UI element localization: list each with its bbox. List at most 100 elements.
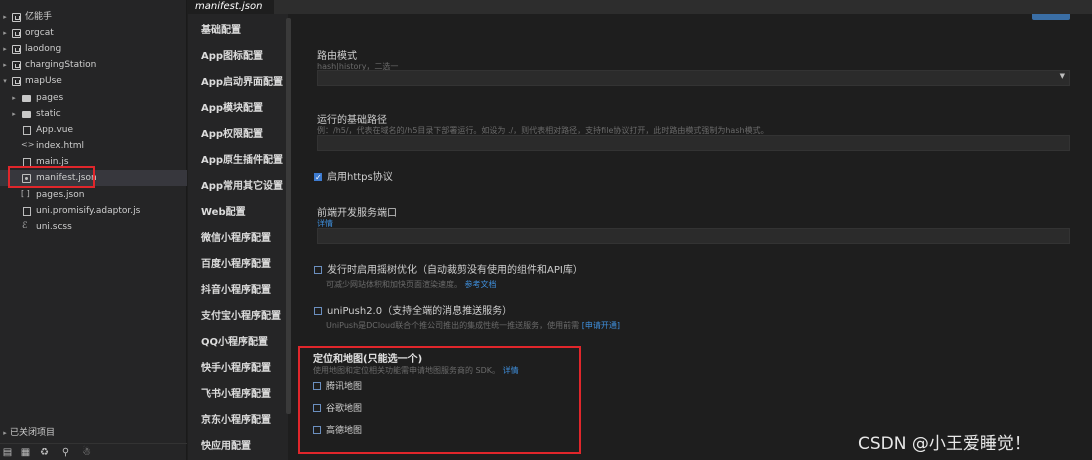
tree-folder-static[interactable]: ▸ static bbox=[0, 106, 187, 122]
nav-item-app-permissions[interactable]: App权限配置 bbox=[201, 127, 263, 143]
map-option-amap[interactable]: 高德地图 bbox=[313, 424, 362, 438]
folder-icon bbox=[22, 111, 31, 118]
project-label: laodong bbox=[25, 44, 62, 54]
chevron-right-icon[interactable]: ▸ bbox=[1, 41, 9, 57]
file-label: static bbox=[36, 109, 61, 119]
map-checkbox[interactable] bbox=[313, 426, 321, 434]
tree-file[interactable]: uni.scss bbox=[0, 218, 187, 235]
project-item-mapuse[interactable]: ▾ mapUse bbox=[0, 73, 187, 89]
project-icon bbox=[12, 29, 21, 38]
project-item[interactable]: ▸ laodong bbox=[0, 41, 187, 57]
project-label: 亿能手 bbox=[25, 12, 53, 22]
closed-projects-label: 已关闭项目 bbox=[10, 428, 56, 438]
file-icon bbox=[23, 126, 31, 135]
unipush-checkbox-row[interactable]: uniPush2.0（支持全端的消息推送服务） bbox=[314, 305, 512, 319]
nav-item-douyin[interactable]: 抖音小程序配置 bbox=[201, 283, 271, 299]
project-icon bbox=[12, 13, 21, 22]
nav-item-quickapp[interactable]: 快应用配置 bbox=[201, 439, 251, 455]
tree-folder-pages[interactable]: ▸ pages bbox=[0, 90, 187, 106]
dev-port-input[interactable] bbox=[317, 228, 1070, 244]
nav-item-app-icon[interactable]: App图标配置 bbox=[201, 49, 263, 65]
chevron-right-icon[interactable]: ▸ bbox=[1, 57, 9, 73]
json-file-icon bbox=[21, 186, 31, 202]
unipush-checkbox[interactable] bbox=[314, 307, 322, 315]
project-item[interactable]: ▸ orgcat bbox=[0, 25, 187, 41]
base-path-input[interactable] bbox=[317, 135, 1070, 151]
file-label: index.html bbox=[36, 141, 84, 151]
dev-port-label: 前端开发服务端口 bbox=[317, 208, 397, 219]
map-option-label: 谷歌地图 bbox=[326, 404, 363, 414]
nav-item-basic[interactable]: 基础配置 bbox=[201, 23, 241, 39]
chevron-right-icon[interactable]: ▸ bbox=[1, 9, 9, 25]
unipush-apply-link[interactable]: [申请开通] bbox=[582, 321, 620, 330]
tree-shaking-hint: 可减少网站体积和加快页面渲染速度。 bbox=[326, 280, 462, 289]
watermark: CSDN @小王爱睡觉！ bbox=[858, 434, 1031, 454]
map-checkbox[interactable] bbox=[313, 404, 321, 412]
tree-file[interactable]: App.vue bbox=[0, 122, 187, 138]
nav-item-app-splash[interactable]: App启动界面配置 bbox=[201, 75, 283, 91]
tree-file[interactable]: uni.promisify.adaptor.js bbox=[0, 203, 187, 219]
tree-shaking-docs-link[interactable]: 参考文档 bbox=[465, 280, 497, 289]
highlight-box-file bbox=[8, 166, 95, 188]
router-mode-label: 路由模式 bbox=[317, 51, 357, 62]
chevron-right-icon[interactable]: ▸ bbox=[1, 25, 9, 41]
project-explorer: ▸ 亿能手 ▸ orgcat ▸ laodong ▸ chargingStati… bbox=[0, 0, 187, 460]
router-mode-select[interactable]: ▼ bbox=[317, 70, 1070, 86]
search-icon[interactable]: ⚲ bbox=[60, 447, 71, 458]
folder-open-icon[interactable]: ▤ bbox=[2, 447, 13, 458]
nav-item-qq[interactable]: QQ小程序配置 bbox=[201, 335, 268, 351]
nav-item-alipay[interactable]: 支付宝小程序配置 bbox=[201, 309, 281, 325]
nav-item-jd[interactable]: 京东小程序配置 bbox=[201, 413, 271, 429]
top-button[interactable] bbox=[1032, 14, 1070, 20]
file-label: uni.scss bbox=[36, 222, 72, 232]
tree-shaking-checkbox[interactable] bbox=[314, 266, 322, 274]
chevron-right-icon[interactable]: ▸ bbox=[1, 425, 9, 441]
file-icon bbox=[23, 207, 31, 216]
tree-file[interactable]: pages.json bbox=[0, 186, 187, 203]
chevron-down-icon[interactable]: ▾ bbox=[1, 73, 9, 89]
unipush-label: uniPush2.0（支持全端的消息推送服务） bbox=[327, 306, 513, 317]
project-item[interactable]: ▸ 亿能手 bbox=[0, 9, 187, 25]
style-file-icon bbox=[22, 218, 31, 234]
project-label: orgcat bbox=[25, 28, 54, 38]
web-config-panel: 路由模式 hash|history，二选一 ▼ 运行的基础路径 例：/h5/，代… bbox=[292, 14, 1092, 460]
map-checkbox[interactable] bbox=[313, 382, 321, 390]
tab-manifest[interactable]: manifest.json bbox=[188, 0, 274, 14]
maps-details-link[interactable]: 详情 bbox=[503, 366, 519, 375]
tree-shaking-label: 发行时启用摇树优化（自动裁剪没有使用的组件和API库） bbox=[327, 265, 583, 276]
nav-item-app-native-plugins[interactable]: App原生插件配置 bbox=[201, 153, 283, 169]
unipush-hint-row: UniPush是DCloud联合个推公司推出的集成性统一推送服务，使用前需 [申… bbox=[326, 320, 620, 331]
project-icon bbox=[12, 61, 21, 70]
nav-item-kuaishou[interactable]: 快手小程序配置 bbox=[201, 361, 271, 377]
trash-icon[interactable]: ♻ bbox=[39, 447, 50, 458]
tree-shaking-hint-row: 可减少网站体积和加快页面渲染速度。 参考文档 bbox=[326, 279, 497, 290]
map-option-label: 高德地图 bbox=[326, 426, 363, 436]
map-option-tencent[interactable]: 腾讯地图 bbox=[313, 380, 362, 394]
explorer-toolbar: ▤ ▦ ♻ ⚲ ☃ bbox=[0, 443, 187, 460]
nav-item-wechat[interactable]: 微信小程序配置 bbox=[201, 231, 271, 247]
project-item[interactable]: ▸ chargingStation bbox=[0, 57, 187, 73]
map-option-google[interactable]: 谷歌地图 bbox=[313, 402, 362, 416]
project-icon bbox=[12, 45, 21, 54]
chevron-right-icon[interactable]: ▸ bbox=[10, 90, 18, 106]
people-icon[interactable]: ☃ bbox=[81, 447, 92, 458]
closed-projects-toggle[interactable]: ▸ 已关闭项目 bbox=[0, 425, 187, 441]
project-icon bbox=[12, 77, 21, 86]
tree-shaking-checkbox-row[interactable]: 发行时启用摇树优化（自动裁剪没有使用的组件和API库） bbox=[314, 264, 583, 278]
file-label: uni.promisify.adaptor.js bbox=[36, 206, 141, 216]
maps-hint: 使用地图和定位相关功能需申请地图服务商的 SDK。 bbox=[313, 366, 501, 375]
unipush-hint: UniPush是DCloud联合个推公司推出的集成性统一推送服务，使用前需 bbox=[326, 321, 580, 330]
nav-item-feishu[interactable]: 飞书小程序配置 bbox=[201, 387, 271, 403]
nav-item-app-modules[interactable]: App模块配置 bbox=[201, 101, 263, 117]
nav-item-web[interactable]: Web配置 bbox=[201, 205, 246, 221]
https-checkbox-row[interactable]: 启用https协议 bbox=[314, 171, 393, 185]
https-checkbox[interactable] bbox=[314, 171, 322, 185]
chevron-right-icon[interactable]: ▸ bbox=[10, 106, 18, 122]
briefcase-icon[interactable]: ▦ bbox=[20, 447, 31, 458]
nav-scrollbar[interactable] bbox=[286, 18, 291, 414]
https-label: 启用https协议 bbox=[327, 172, 393, 183]
code-file-icon bbox=[21, 137, 34, 153]
nav-item-app-other[interactable]: App常用其它设置 bbox=[201, 179, 283, 195]
nav-item-baidu[interactable]: 百度小程序配置 bbox=[201, 257, 271, 273]
tree-file[interactable]: index.html bbox=[0, 137, 187, 154]
